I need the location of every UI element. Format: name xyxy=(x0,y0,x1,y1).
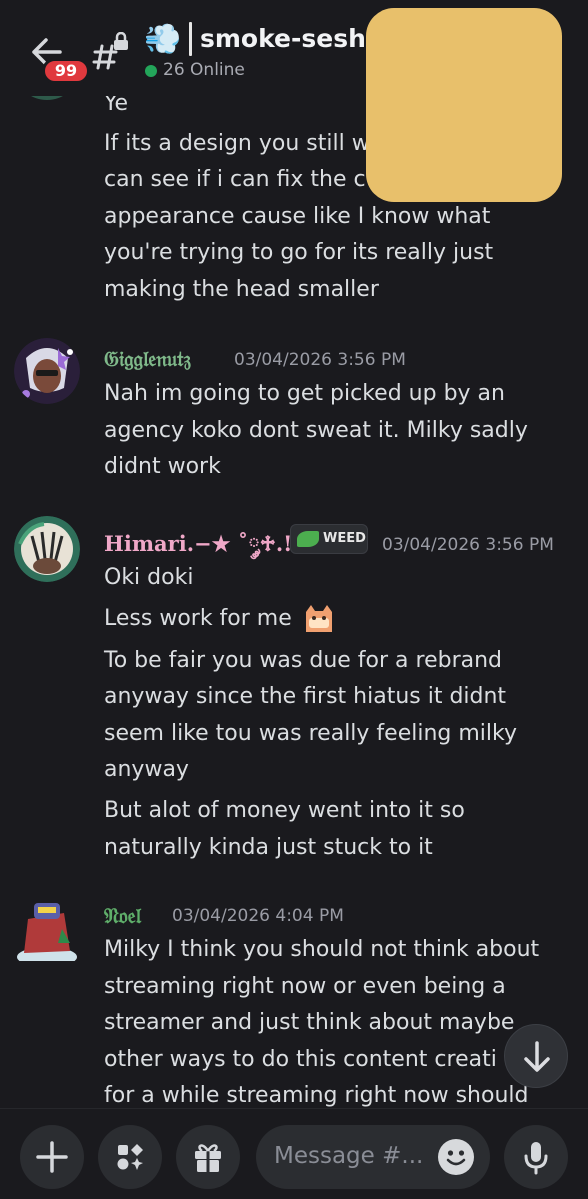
message-line: didnt work xyxy=(104,454,221,479)
composer-bar: Message #... xyxy=(0,1108,588,1199)
microphone-icon xyxy=(524,1142,548,1175)
channel-divider xyxy=(189,22,192,56)
channel-emoji: 💨 xyxy=(144,22,182,57)
message-line: streamer and just think about maybe xyxy=(104,1010,515,1035)
message-line: agency koko dont sweat it. Milky sadly xyxy=(104,418,528,443)
avatar-gigglenutz[interactable] xyxy=(14,338,80,404)
unread-badge: 99 xyxy=(42,58,90,84)
redacted-overlay xyxy=(366,8,562,202)
message-line: If its a design you still w xyxy=(104,131,370,156)
message-line: other ways to do this content creati xyxy=(104,1047,497,1072)
plus-icon xyxy=(36,1141,68,1173)
timestamp: 03/04/2026 3:56 PM xyxy=(234,350,406,370)
message-line: Nah im going to get picked up by an xyxy=(104,381,505,406)
message-line: anyway since the first hiatus it didnt xyxy=(104,684,507,709)
message-line: But alot of money went into it so xyxy=(104,798,465,823)
avatar-noel[interactable] xyxy=(14,895,80,961)
message-text: Less work for me xyxy=(104,606,292,631)
message-line: can see if i can fix the c xyxy=(104,167,366,192)
server-tag[interactable]: WEED xyxy=(290,524,368,554)
arrow-down-icon xyxy=(524,1041,550,1072)
message-line: streaming right now or even being a xyxy=(104,974,506,999)
message-line: To be fair you was due for a rebrand xyxy=(104,648,503,673)
avatar-himari[interactable] xyxy=(14,516,80,582)
hash-lock-icon xyxy=(92,31,132,72)
online-status-dot xyxy=(145,65,157,77)
leaf-icon xyxy=(297,531,319,547)
add-attachment-button[interactable] xyxy=(20,1125,84,1189)
timestamp: 03/04/2026 3:56 PM xyxy=(382,535,554,555)
author-name[interactable]: 𝔑𝔬𝔢𝔩 xyxy=(104,902,141,930)
online-count: 26 Online xyxy=(163,60,245,80)
message-line: anyway xyxy=(104,757,189,782)
message-line: Milky I think you should not think about xyxy=(104,937,540,962)
gift-button[interactable] xyxy=(176,1125,240,1189)
message-line: seem like tou was really feeling milky xyxy=(104,721,518,746)
message-line: making the head smaller xyxy=(104,277,379,302)
message-line: naturally kinda just stuck to it xyxy=(104,835,433,860)
voice-message-button[interactable] xyxy=(504,1125,568,1189)
emoji-picker-button[interactable] xyxy=(438,1139,474,1175)
message-line: Oki doki xyxy=(104,565,194,590)
author-name[interactable]: Himari.−★ ˚༘♱.!! xyxy=(104,530,302,558)
channel-name[interactable]: smoke-sesh xyxy=(200,24,366,53)
gift-icon xyxy=(195,1144,221,1172)
message-placeholder: Message #... xyxy=(274,1143,424,1169)
timestamp: 03/04/2026 4:04 PM xyxy=(172,906,344,926)
message-line: appearance cause like I know what xyxy=(104,204,491,229)
message-input[interactable]: Message #... xyxy=(256,1125,490,1189)
cat-emoji-icon xyxy=(303,604,335,634)
message-line: for a while streaming right now should xyxy=(104,1083,529,1108)
message-line: you're trying to go for its really just xyxy=(104,240,494,265)
message-line: Less work for me xyxy=(104,604,335,634)
jump-to-present-button[interactable] xyxy=(504,1024,568,1088)
apps-button[interactable] xyxy=(98,1125,162,1189)
emoji-icon xyxy=(446,1150,466,1166)
apps-icon xyxy=(117,1144,143,1170)
server-tag-label: WEED xyxy=(323,531,366,546)
author-name[interactable]: 𝔊𝔦𝔤𝔤𝔩𝔢𝔫𝔲𝔱𝔷 xyxy=(104,345,191,373)
